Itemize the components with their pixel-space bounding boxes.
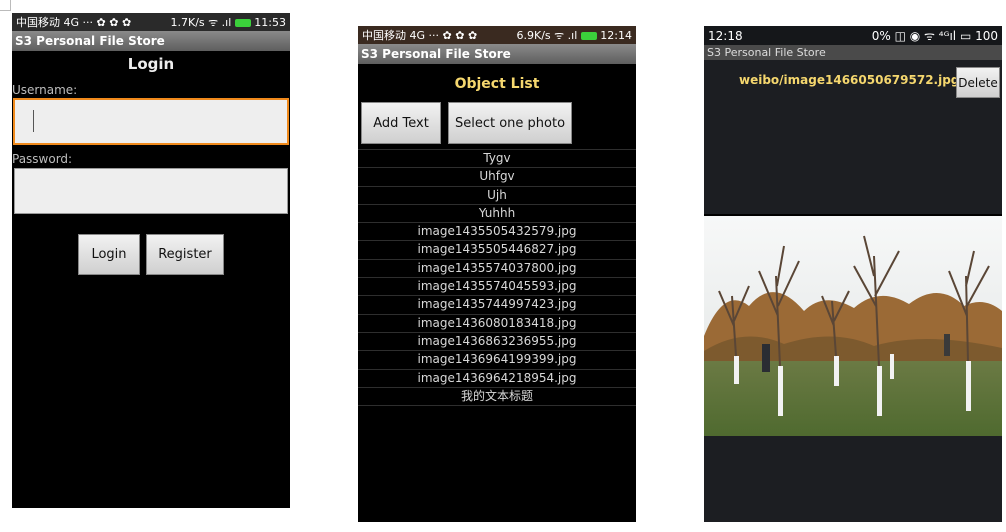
status-bar: 中国移动 4G ··· ✿ ✿ ✿ 1.7K/s ᯤ .ıl 11:53	[12, 13, 290, 31]
password-field[interactable]	[14, 168, 288, 214]
login-screen: 中国移动 4G ··· ✿ ✿ ✿ 1.7K/s ᯤ .ıl 11:53 S3 …	[12, 13, 290, 508]
app-title-bar: S3 Personal File Store	[704, 45, 1002, 60]
password-label: Password:	[12, 152, 73, 166]
list-item[interactable]: image1436964199399.jpg	[358, 351, 636, 370]
app-title-bar: S3 Personal File Store	[12, 31, 290, 51]
app-title-bar: S3 Personal File Store	[358, 44, 636, 64]
list-item[interactable]: Ujh	[358, 187, 636, 205]
login-button[interactable]: Login	[78, 234, 140, 275]
select-photo-button[interactable]: Select one photo	[448, 102, 572, 144]
list-item[interactable]: image1435744997423.jpg	[358, 296, 636, 315]
status-bar: 中国移动 4G ··· ✿ ✿ ✿ 6.9K/s ᯤ .ıl 12:14	[358, 26, 636, 44]
list-item[interactable]: image1436863236955.jpg	[358, 333, 636, 352]
app-title: S3 Personal File Store	[361, 47, 511, 61]
signal-icon: ᯤ .ıl	[554, 28, 578, 42]
list-item[interactable]: Uhfgv	[358, 168, 636, 187]
status-time: 12:18	[708, 28, 743, 43]
object-list: Tygv Uhfgv Ujh Yuhhh image1435505432579.…	[358, 149, 636, 407]
object-list-screen: 中国移动 4G ··· ✿ ✿ ✿ 6.9K/s ᯤ .ıl 12:14 S3 …	[358, 26, 636, 522]
delete-button[interactable]: Delete	[956, 67, 1000, 98]
username-label: Username:	[12, 83, 78, 97]
login-heading: Login	[127, 55, 175, 73]
list-item[interactable]: image1435505446827.jpg	[358, 241, 636, 260]
list-item[interactable]: Tygv	[358, 150, 636, 169]
text-cursor	[33, 110, 34, 132]
list-item[interactable]: 我的文本标题	[358, 388, 636, 407]
status-speed: 1.7K/s	[170, 15, 205, 29]
status-speed: 6.9K/s	[516, 28, 551, 42]
status-icons: 0% ◫ ◉ ᯤ ⁴ᴳıl ▭ 100	[871, 29, 998, 43]
status-time: 11:53	[254, 15, 286, 29]
register-button[interactable]: Register	[146, 234, 224, 275]
photo-image	[704, 216, 1002, 436]
app-title: S3 Personal File Store	[707, 46, 826, 59]
username-field[interactable]	[13, 98, 289, 145]
status-right: 1.7K/s ᯤ .ıl 11:53	[170, 15, 286, 30]
status-time: 12:14	[600, 28, 632, 42]
battery-icon	[580, 31, 597, 40]
battery-icon	[234, 18, 251, 27]
object-name: weibo/image1466050679572.jpg	[739, 73, 960, 87]
wechat-icon: ✿ ✿ ✿	[442, 29, 478, 42]
list-item[interactable]: image1435574037800.jpg	[358, 260, 636, 279]
status-bar: 12:18 0% ◫ ◉ ᯤ ⁴ᴳıl ▭ 100	[704, 26, 1002, 45]
status-carrier: 中国移动 4G ··· ✿ ✿ ✿	[16, 16, 132, 29]
trees-photo	[704, 216, 1002, 436]
app-title: S3 Personal File Store	[15, 34, 165, 48]
list-item[interactable]: image1436964218954.jpg	[358, 370, 636, 388]
status-right: 6.9K/s ᯤ .ıl 12:14	[516, 28, 632, 43]
add-text-button[interactable]: Add Text	[361, 102, 441, 144]
list-item[interactable]: image1435574045593.jpg	[358, 278, 636, 297]
object-detail-screen: 12:18 0% ◫ ◉ ᯤ ⁴ᴳıl ▭ 100 S3 Personal Fi…	[704, 26, 1002, 522]
list-item[interactable]: image1435505432579.jpg	[358, 223, 636, 242]
signal-icon: ᯤ .ıl	[208, 15, 232, 29]
status-carrier: 中国移动 4G ··· ✿ ✿ ✿	[362, 29, 478, 42]
list-item[interactable]: Yuhhh	[358, 205, 636, 224]
wechat-icon: ✿ ✿ ✿	[96, 16, 132, 29]
object-list-heading: Object List	[454, 76, 540, 92]
corner-mark	[0, 0, 11, 11]
list-item[interactable]: image1436080183418.jpg	[358, 315, 636, 333]
